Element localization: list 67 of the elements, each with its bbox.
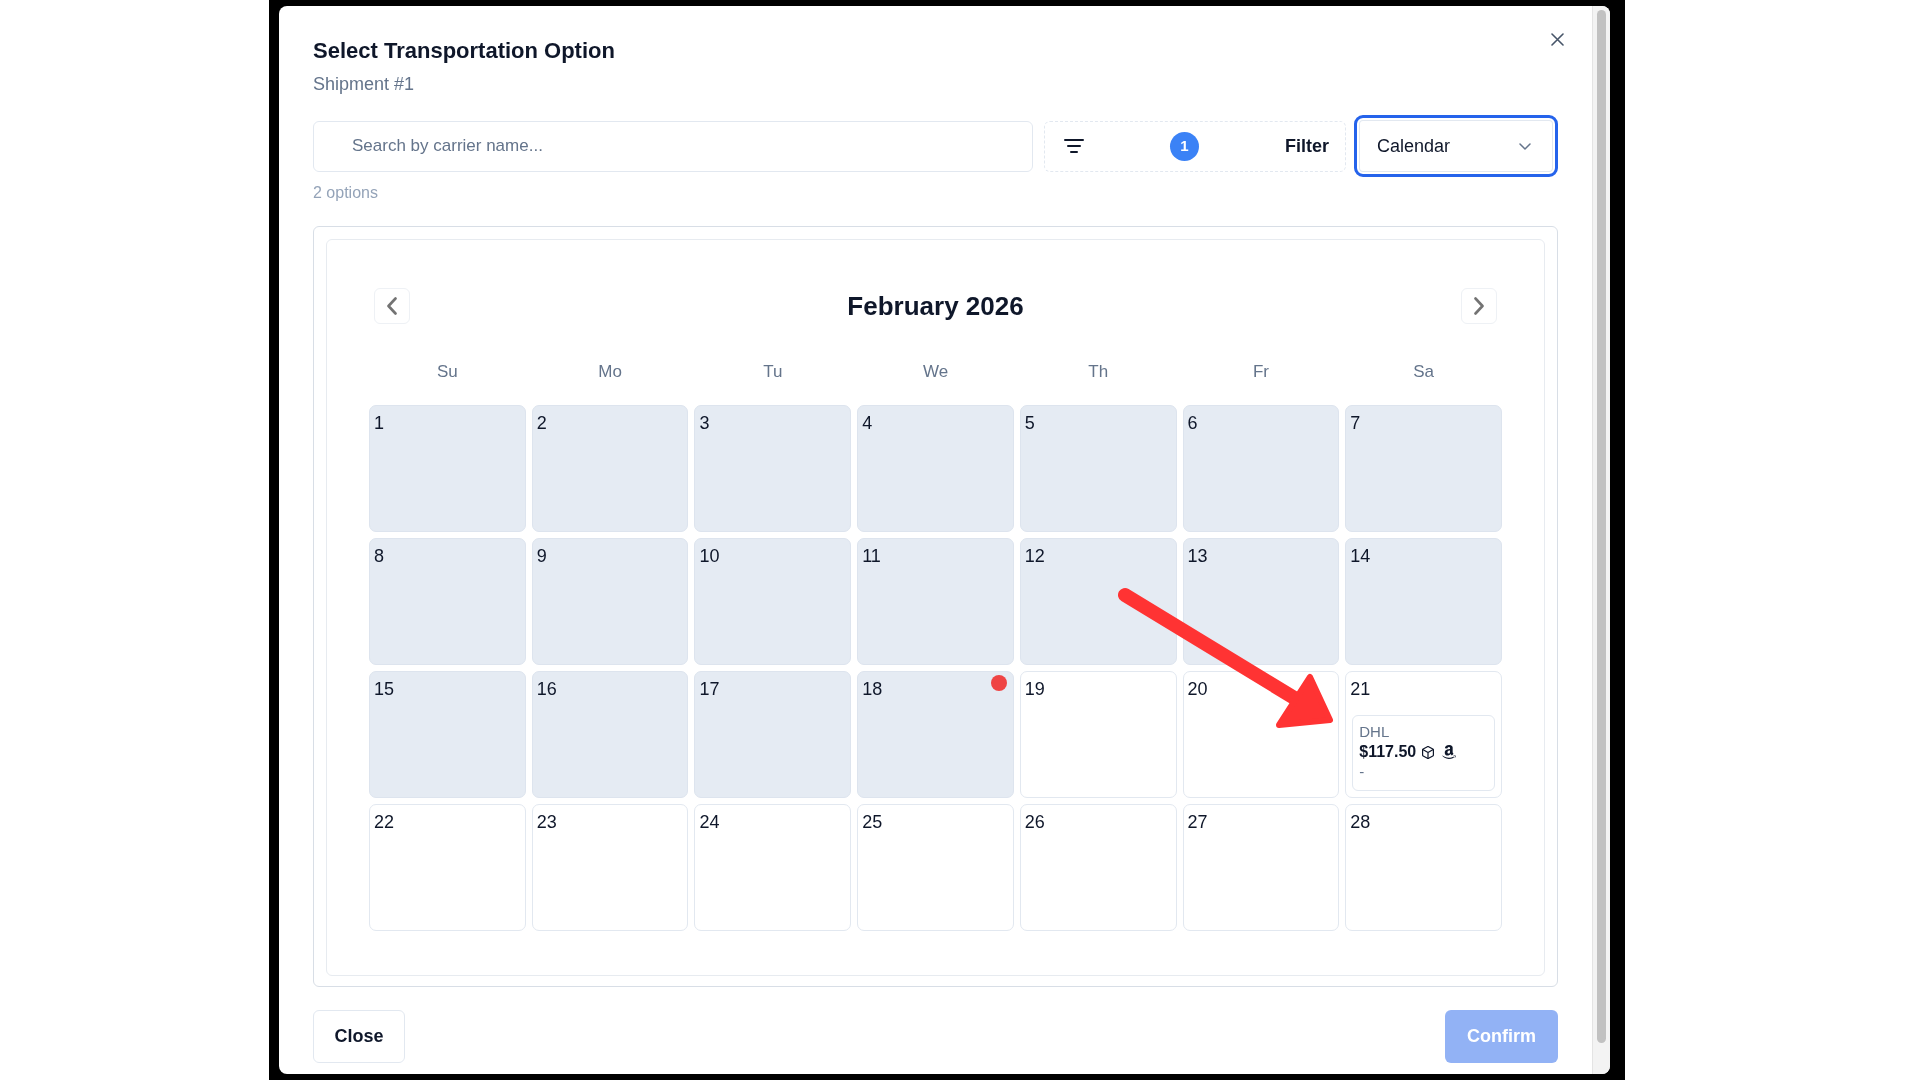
- shipment-card[interactable]: DHL $117.50 -: [1352, 715, 1496, 791]
- chevron-left-icon: [387, 297, 397, 315]
- day-number: 15: [374, 678, 395, 700]
- amazon-icon: [1442, 744, 1457, 760]
- day-number: 11: [862, 545, 881, 567]
- scrollbar-thumb[interactable]: [1597, 10, 1606, 1043]
- carrier-name: DHL: [1359, 723, 1390, 741]
- filter-icon: [1064, 139, 1084, 153]
- day-number: 22: [374, 811, 395, 833]
- search-field[interactable]: Search by carrier name...: [313, 120, 1033, 172]
- day-number: 17: [699, 678, 720, 700]
- day-cell[interactable]: 26: [1019, 804, 1177, 931]
- dialog-title: Select Transportation Option: [313, 37, 615, 65]
- note-text: -: [1359, 763, 1365, 781]
- day-number: 9: [536, 545, 547, 567]
- day-number: 2: [536, 412, 547, 434]
- weekday-label: We: [922, 361, 949, 383]
- day-number: 7: [1350, 412, 1361, 434]
- day-cell[interactable]: 21 DHL $117.50 -: [1345, 671, 1502, 798]
- close-icon[interactable]: [1551, 33, 1564, 46]
- next-month-button[interactable]: [1461, 288, 1497, 324]
- day-number: 12: [1024, 545, 1045, 567]
- day-number: 25: [862, 811, 883, 833]
- day-cell[interactable]: 24: [694, 804, 852, 931]
- month-title: February 2026: [847, 290, 1024, 322]
- day-cell[interactable]: 27: [1182, 804, 1340, 931]
- day-number: 26: [1024, 811, 1045, 833]
- day-number: 21: [1350, 678, 1371, 700]
- cube-icon: [1422, 745, 1435, 759]
- day-number: 16: [536, 678, 557, 700]
- weekday-label: Sa: [1413, 361, 1435, 383]
- day-number: 6: [1187, 412, 1198, 434]
- day-number: 5: [1024, 412, 1035, 434]
- day-number: 14: [1350, 545, 1371, 567]
- count-badge: 1: [1170, 131, 1199, 161]
- previous-month-button[interactable]: [374, 288, 410, 324]
- day-cell[interactable]: 25: [857, 804, 1014, 931]
- day-number: 8: [374, 545, 384, 567]
- day-number: 23: [536, 811, 557, 833]
- day-number: 4: [862, 412, 873, 434]
- view-select[interactable]: Calendar: [1354, 115, 1558, 177]
- day-number: 27: [1187, 811, 1208, 833]
- close-button[interactable]: Close: [313, 1010, 405, 1063]
- weekday-label: Mo: [598, 361, 622, 383]
- day-number: 13: [1187, 545, 1208, 567]
- weekday-label: Su: [436, 361, 458, 383]
- weekday-label: Fr: [1252, 361, 1269, 383]
- price-label: $117.50: [1359, 742, 1417, 762]
- dialog-subtitle: Shipment #1: [313, 73, 415, 96]
- weekday-label: Th: [1088, 361, 1109, 383]
- result-count: 2 options: [313, 183, 379, 203]
- day-number: 20: [1187, 678, 1208, 700]
- weekday-label: Tu: [763, 361, 783, 383]
- day-number: 3: [699, 412, 710, 434]
- filter-button[interactable]: 1 Filter: [1044, 120, 1346, 172]
- day-number: 18: [862, 678, 883, 700]
- day-number: 28: [1350, 811, 1371, 833]
- chevron-down-icon: [1519, 142, 1531, 150]
- day-cell[interactable]: 19: [1019, 671, 1177, 798]
- day-cell[interactable]: 28: [1345, 804, 1502, 931]
- chevron-right-icon: [1474, 297, 1484, 315]
- day-number: 10: [699, 545, 720, 567]
- day-number: 24: [699, 811, 720, 833]
- day-number: 1: [374, 412, 384, 434]
- day-cell[interactable]: 22: [369, 804, 526, 931]
- day-cell[interactable]: 23: [531, 804, 689, 931]
- day-number: 19: [1024, 678, 1045, 700]
